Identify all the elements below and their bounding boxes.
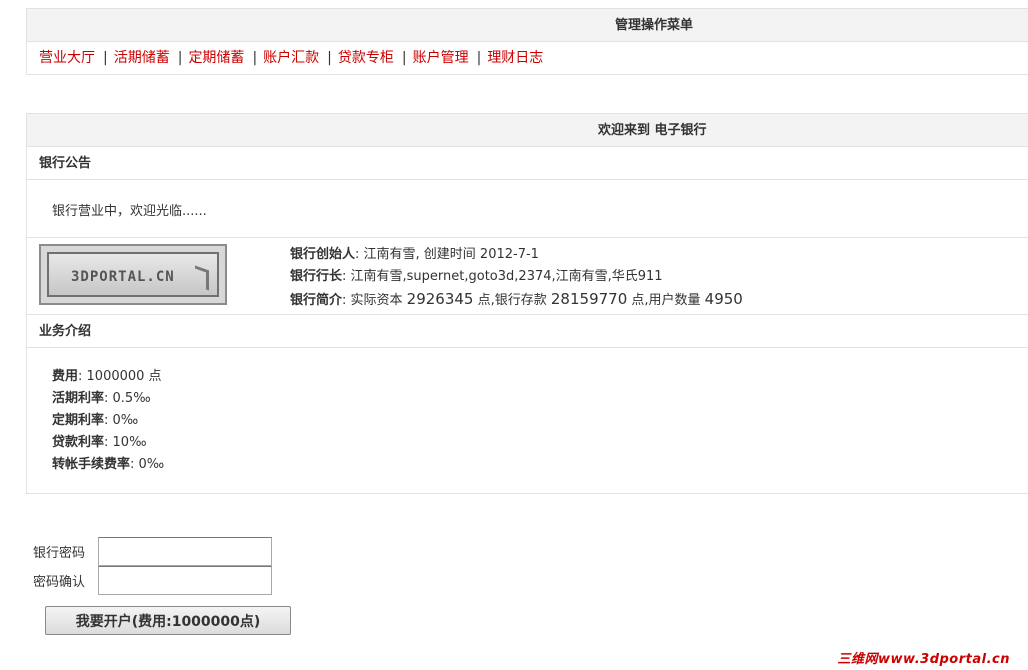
confirm-label: 密码确认 xyxy=(33,575,86,590)
welcome-title: 欢迎来到 电子银行 xyxy=(27,114,1028,147)
intro-mid2: 点,用户数量 xyxy=(627,293,705,308)
demand-rate-label: 活期利率 xyxy=(52,391,105,406)
menu-item-account-management[interactable]: 账户管理 xyxy=(413,50,469,66)
demand-rate-value: : 0.5‰ xyxy=(104,391,151,406)
menu-item-hall[interactable]: 营业大厅 xyxy=(39,50,95,66)
menu-links: 营业大厅 | 活期储蓄 | 定期储蓄 | 账户汇款 | 贷款专柜 | 账户管理 | 理财日志 xyxy=(27,42,1028,75)
menu-separator: | xyxy=(103,50,108,66)
founder-label: 银行创始人 xyxy=(290,247,356,262)
fixed-rate-label: 定期利率 xyxy=(52,413,105,428)
menu-separator: | xyxy=(476,50,482,66)
intro-label: 银行简介 xyxy=(290,293,343,308)
menu-item-remittance[interactable]: 账户汇款 xyxy=(263,50,319,66)
intro-prefix: : 实际资本 xyxy=(342,293,407,308)
business-details: 费用: 1000000 点 活期利率: 0.5‰ 定期利率: 0‰ 贷款利率: … xyxy=(27,348,1028,476)
logo-arrow-icon xyxy=(195,265,209,291)
business-heading: 业务介绍 xyxy=(27,315,1028,348)
intro-line: 银行简介: 实际资本 2926345 点,银行存款 28159770 点,用户数… xyxy=(290,288,743,312)
loan-rate-value: : 10‰ xyxy=(104,435,147,450)
menu-separator: | xyxy=(327,50,332,66)
transfer-fee-line: 转帐手续费率: 0‰ xyxy=(52,454,1028,476)
president-value: : 江南有雪,supernet,goto3d,2374,江南有雪,华氏911 xyxy=(342,269,663,284)
menu-item-finance-log[interactable]: 理财日志 xyxy=(487,50,543,66)
welcome-panel: 欢迎来到 电子银行 银行公告 银行营业中，欢迎光临...... 3DPORTAL… xyxy=(26,113,1028,494)
founder-value: : 江南有雪, 创建时间 2012-7-1 xyxy=(355,247,539,262)
users-value: 4950 xyxy=(704,290,743,308)
bank-logo: 3DPORTAL.CN xyxy=(39,244,227,305)
open-account-form: 银行密码 密码确认 xyxy=(33,537,272,595)
watermark: 三维网www.3dportal.cn xyxy=(837,652,1010,667)
demand-rate-line: 活期利率: 0.5‰ xyxy=(52,388,1028,410)
bank-logo-text: 3DPORTAL.CN xyxy=(71,269,175,285)
confirm-row: 密码确认 xyxy=(33,566,272,595)
menu-panel: 管理操作菜单 营业大厅 | 活期储蓄 | 定期储蓄 | 账户汇款 | 贷款专柜 | 账户管理 | 理财日… xyxy=(26,8,1028,75)
fee-value: : 1000000 点 xyxy=(78,369,162,384)
loan-rate-line: 贷款利率: 10‰ xyxy=(52,432,1028,454)
fixed-rate-value: : 0‰ xyxy=(104,413,139,428)
transfer-fee-label: 转帐手续费率 xyxy=(52,457,131,472)
menu-item-loans[interactable]: 贷款专柜 xyxy=(338,50,394,66)
capital-value: 2926345 xyxy=(406,290,474,308)
president-label: 银行行长 xyxy=(290,269,343,284)
menu-item-fixed-savings[interactable]: 定期储蓄 xyxy=(188,50,244,66)
confirm-password-input[interactable] xyxy=(98,566,272,595)
password-input[interactable] xyxy=(98,537,272,566)
bank-info: 银行创始人: 江南有雪, 创建时间 2012-7-1 银行行长: 江南有雪,su… xyxy=(290,244,743,312)
fee-line: 费用: 1000000 点 xyxy=(52,366,1028,388)
password-row: 银行密码 xyxy=(33,537,272,566)
menu-separator: | xyxy=(401,50,407,66)
loan-rate-label: 贷款利率 xyxy=(52,435,105,450)
notice-text: 银行营业中，欢迎光临...... xyxy=(27,180,1028,238)
fixed-rate-line: 定期利率: 0‰ xyxy=(52,410,1028,432)
menu-title: 管理操作菜单 xyxy=(27,9,1028,42)
president-line: 银行行长: 江南有雪,supernet,goto3d,2374,江南有雪,华氏9… xyxy=(290,266,743,288)
password-label: 银行密码 xyxy=(33,546,86,561)
menu-separator: | xyxy=(177,50,183,66)
notice-heading: 银行公告 xyxy=(27,147,1028,180)
deposits-value: 28159770 xyxy=(550,290,628,308)
open-account-button[interactable]: 我要开户(费用:1000000点) xyxy=(45,606,291,635)
transfer-fee-value: : 0‰ xyxy=(130,457,165,472)
intro-mid: 点,银行存款 xyxy=(473,293,551,308)
fee-label: 费用 xyxy=(52,369,79,384)
founder-line: 银行创始人: 江南有雪, 创建时间 2012-7-1 xyxy=(290,244,743,266)
menu-item-demand-savings[interactable]: 活期储蓄 xyxy=(114,50,170,66)
bank-info-row: 3DPORTAL.CN 银行创始人: 江南有雪, 创建时间 2012-7-1 银… xyxy=(27,238,1028,315)
menu-separator: | xyxy=(252,50,258,66)
